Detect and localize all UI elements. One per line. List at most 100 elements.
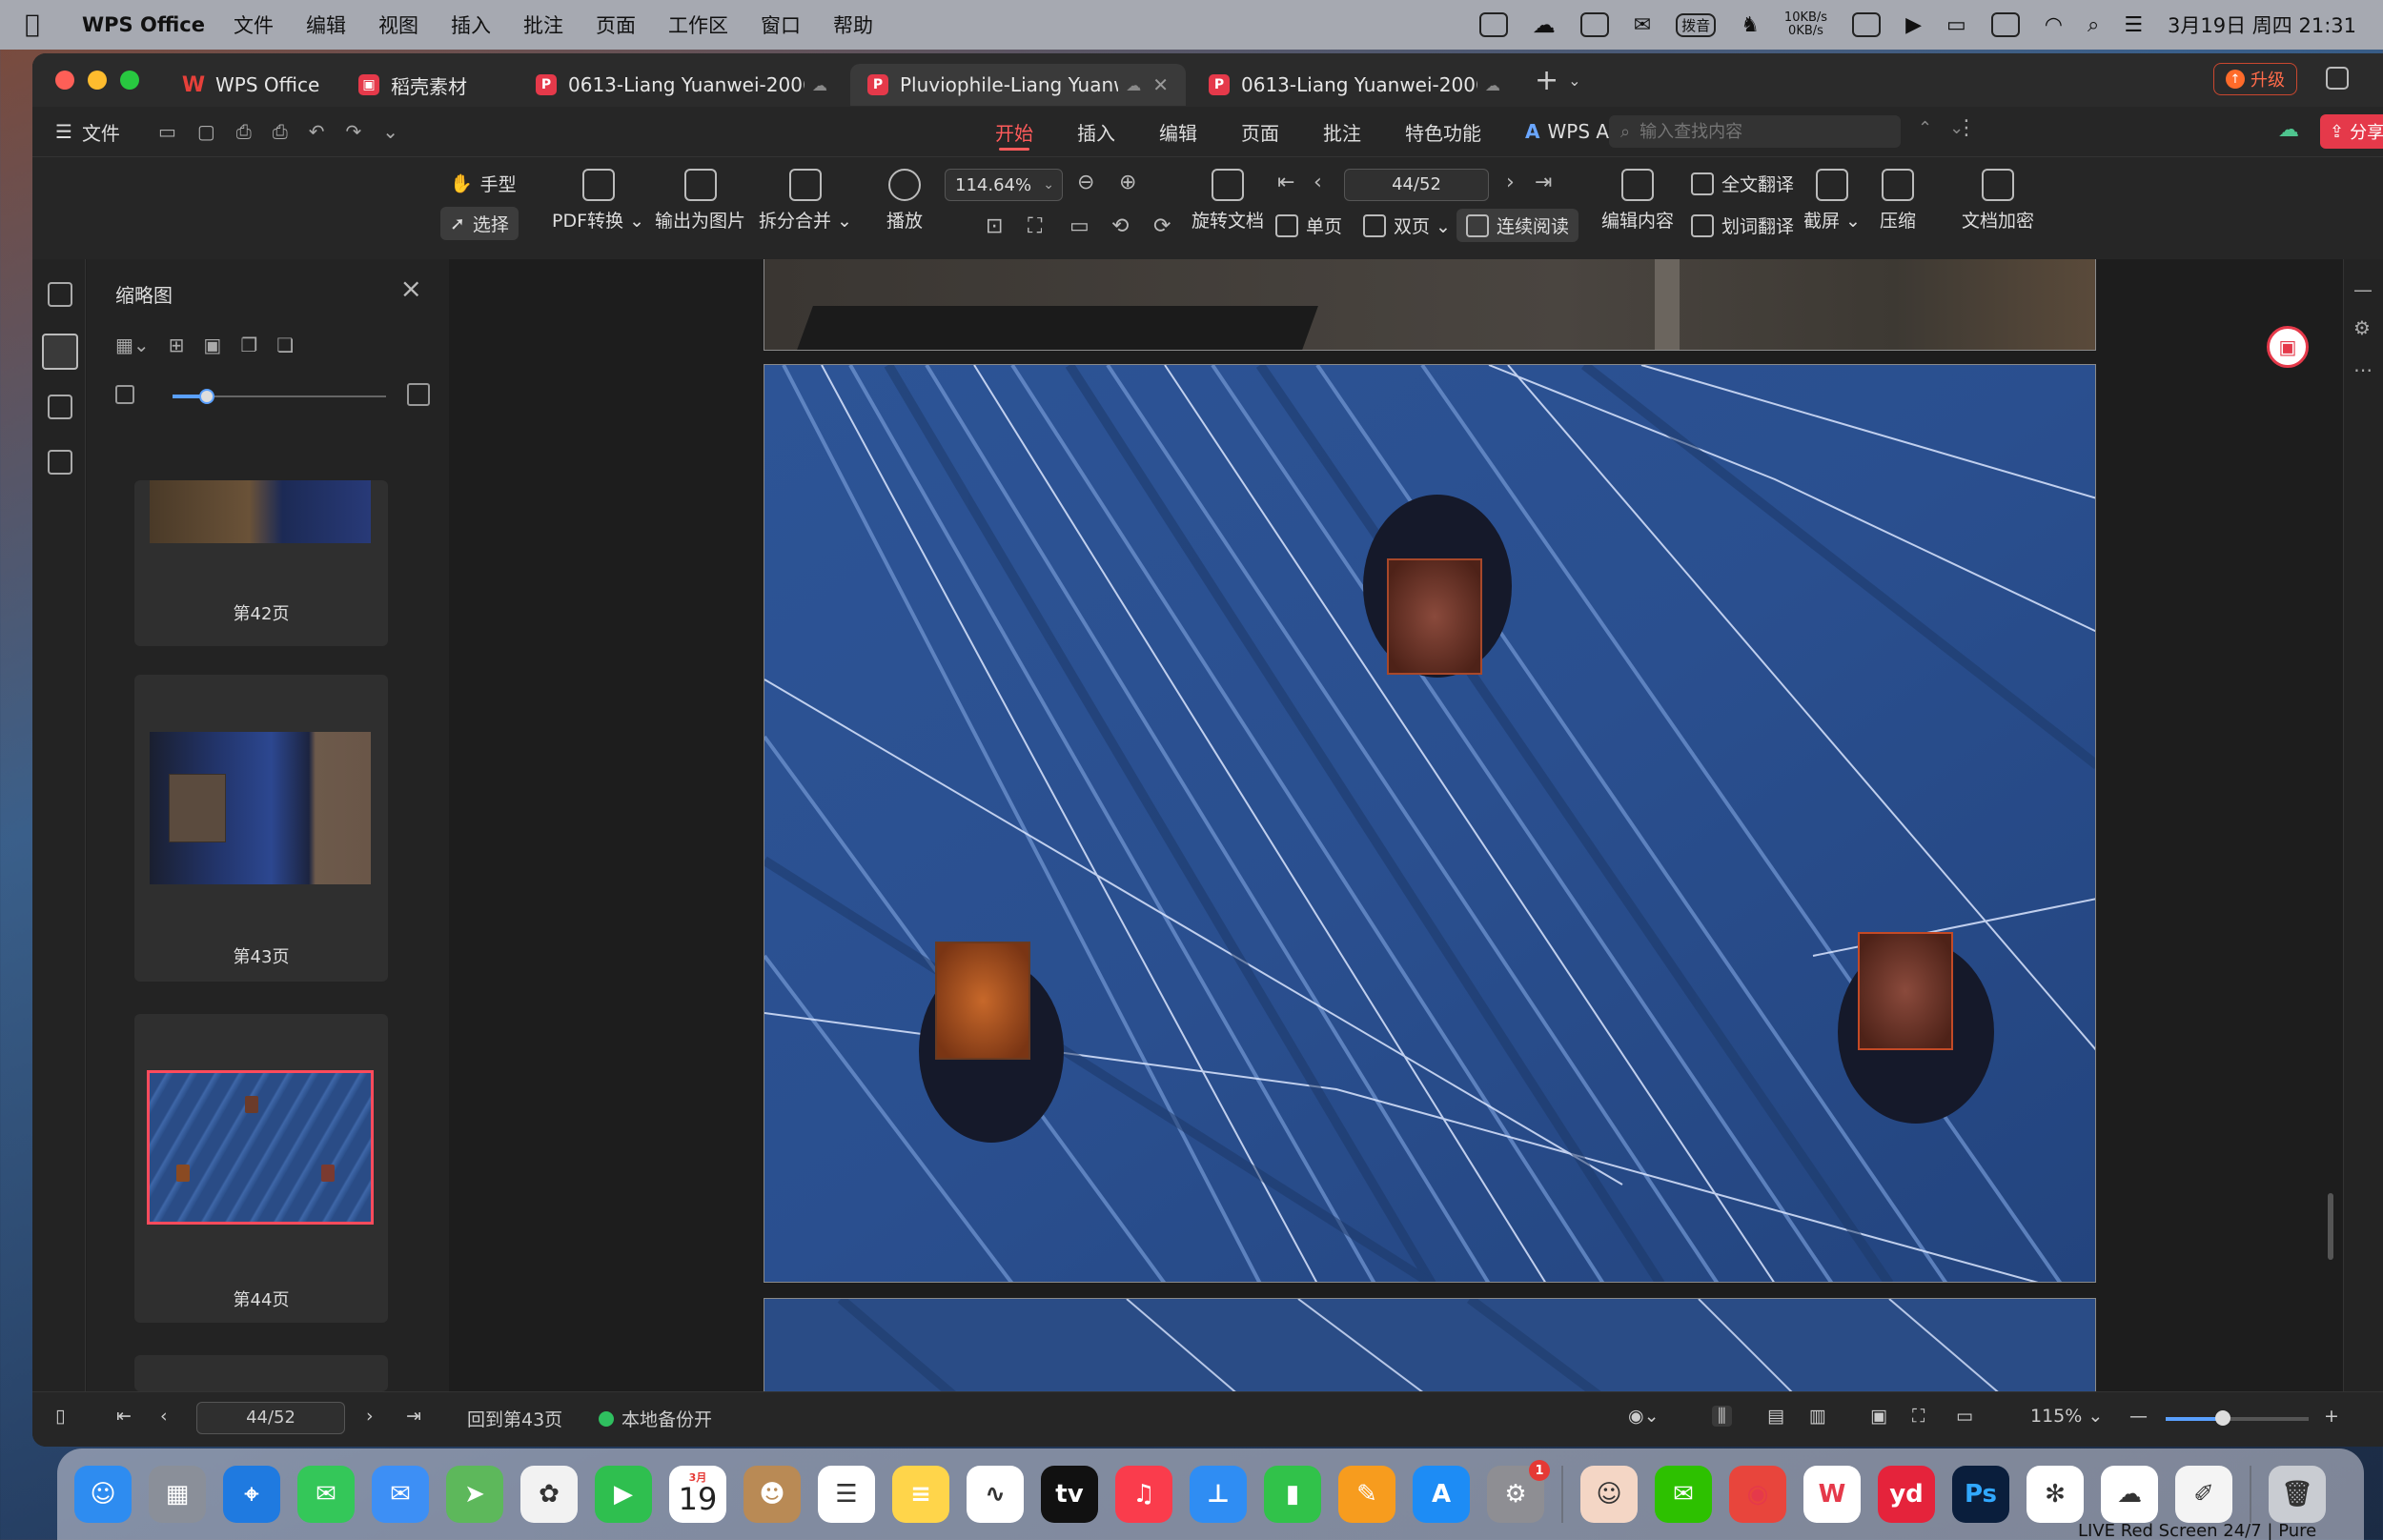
export-image-button[interactable]: 输出为图片 (655, 169, 745, 233)
menu-annotate[interactable]: 批注 (523, 10, 563, 39)
freeform-icon[interactable]: ∿ (967, 1466, 1024, 1523)
cloud-sync-icon[interactable]: ☁ (2278, 118, 2299, 142)
tab-wps-home[interactable]: W WPS Office (166, 64, 336, 106)
previous-page-icon[interactable]: ‹ (160, 1406, 168, 1427)
new-tab-button[interactable]: + (1535, 64, 1558, 97)
mail-icon[interactable]: ✉ (372, 1466, 429, 1523)
thumbnail-size-slider[interactable] (115, 383, 430, 408)
document-scrollbar[interactable] (2318, 259, 2343, 1391)
app-status-icon[interactable] (1990, 12, 2020, 37)
tab-edit[interactable]: 编辑 (1159, 107, 1197, 156)
contacts-icon[interactable]: ☻ (743, 1466, 801, 1523)
close-window-button[interactable] (55, 71, 74, 90)
youdao-status-icon[interactable] (1579, 12, 1609, 37)
attachment-icon[interactable] (48, 450, 72, 475)
eye-icon[interactable]: ◉⌄ (1628, 1406, 1660, 1427)
tab-document-1[interactable]: P 0613-Liang Yuanwei-2006-n ☁ (519, 64, 845, 106)
page-settings-icon[interactable]: ▣ (203, 334, 221, 356)
input-badge[interactable]: 拨音 (1676, 12, 1717, 37)
spotlight-search-icon[interactable]: ⌕ (2088, 13, 2099, 37)
pdf-convert-button[interactable]: PDF转换 ⌄ (552, 169, 644, 233)
thumbnail-page-45[interactable] (134, 1355, 388, 1439)
print-preview-icon[interactable]: ⎙ (236, 120, 252, 143)
fit-width-view-icon[interactable]: ▣ (1870, 1406, 1887, 1427)
wechat-icon[interactable]: ✉ (1655, 1466, 1712, 1523)
bookmark-icon[interactable] (48, 282, 72, 307)
baidu-netdisk-icon[interactable]: ☁ (2101, 1466, 2158, 1523)
tab-insert[interactable]: 插入 (1077, 107, 1115, 156)
thumbnail-page-42[interactable]: 第42页 (134, 480, 388, 646)
menu-help[interactable]: 帮助 (833, 10, 873, 39)
photoshop-icon[interactable]: Ps (1952, 1466, 2009, 1523)
status-zoom-out-icon[interactable]: — (2129, 1406, 2148, 1427)
menu-workspace[interactable]: 工作区 (668, 10, 728, 39)
trash-icon[interactable]: 🗑 (2269, 1466, 2326, 1523)
baidu-cloud-status-icon[interactable]: ☁ (1533, 11, 1556, 38)
reminders-icon[interactable]: ☰ (818, 1466, 875, 1523)
open-folder-icon[interactable]: ▭ (158, 120, 176, 143)
tab-features[interactable]: 特色功能 (1405, 107, 1481, 156)
facetime-icon[interactable]: ▶ (595, 1466, 652, 1523)
next-page-icon[interactable]: › (1506, 171, 1515, 194)
double-page-button[interactable]: 双页 ⌄ (1363, 213, 1451, 238)
close-panel-icon[interactable]: × (400, 273, 422, 304)
fit-page-icon[interactable]: ⛶ (1028, 214, 1042, 238)
wps-icon[interactable]: W (1803, 1466, 1861, 1523)
play-status-icon[interactable]: ▶ (1905, 13, 1922, 37)
redo-icon[interactable]: ↷ (346, 120, 362, 143)
adjust-icon[interactable]: ⚙ (2353, 316, 2371, 339)
screenshot-button[interactable]: 截屏 ⌄ (1803, 169, 1861, 233)
system-settings-icon[interactable]: ⚙ 1 (1487, 1460, 1550, 1523)
tab-list-chevron-icon[interactable]: ⌄ (1568, 71, 1580, 90)
tab-page[interactable]: 页面 (1241, 107, 1279, 156)
battery-icon[interactable]: ▭ (1946, 13, 1966, 37)
music-icon[interactable]: ♫ (1115, 1466, 1172, 1523)
thumbnail-page-44[interactable]: 第44页 (134, 1014, 388, 1323)
wechat-status-icon[interactable]: ✉ (1634, 13, 1651, 37)
apple-tv-icon[interactable]: tv (1041, 1466, 1098, 1523)
document-scroll-thumb[interactable] (2328, 1193, 2333, 1260)
keynote-icon[interactable]: ⊥ (1190, 1466, 1247, 1523)
tab-document-3[interactable]: P 0613-Liang Yuanwei-2006-n ☁ (1192, 64, 1517, 106)
encrypt-button[interactable]: 文档加密 (1962, 169, 2034, 233)
clock[interactable]: 3月19日 周四 21:31 (2168, 10, 2356, 39)
tab-document-active[interactable]: P Pluviophile-Liang Yuanwei ☁ ✕ (850, 64, 1186, 106)
edit-content-button[interactable]: 编辑内容 (1601, 169, 1674, 233)
fit-page-view-icon[interactable]: ⛶ (1912, 1406, 1925, 1427)
zoom-dropdown[interactable]: 114.64% ⌄ (945, 169, 1063, 201)
status-zoom-slider[interactable] (2166, 1410, 2309, 1426)
rotate-document-button[interactable]: 旋转文档 (1192, 169, 1264, 233)
tab-docer[interactable]: ▣ 稻壳素材 (341, 64, 513, 106)
menu-edit[interactable]: 编辑 (306, 10, 346, 39)
thumbnail-page-43[interactable]: 第43页 (134, 675, 388, 982)
compress-button[interactable]: 压缩 (1880, 169, 1916, 233)
wps-ai-button[interactable]: A WPS AI (1525, 120, 1615, 143)
notes-icon[interactable]: ≡ (892, 1466, 949, 1523)
previous-page-icon[interactable]: ‹ (1314, 171, 1322, 194)
wifi-icon[interactable]: ◠ (2045, 13, 2063, 37)
comment-icon[interactable] (48, 395, 72, 419)
zoom-window-button[interactable] (120, 71, 139, 90)
photos-icon[interactable]: ✿ (520, 1466, 578, 1523)
status-zoom-knob[interactable] (2215, 1410, 2230, 1426)
calendar-icon[interactable]: 3月 19 (669, 1466, 726, 1523)
app-store-icon[interactable]: A (1413, 1466, 1470, 1523)
grid-view-icon[interactable]: ▦⌄ (115, 334, 150, 356)
messages-icon[interactable]: ✉ (297, 1466, 355, 1523)
search-prev-icon[interactable]: ⌃ (1918, 118, 1932, 138)
split-merge-button[interactable]: 拆分合并 ⌄ (759, 169, 852, 233)
more-options-icon[interactable]: ⋮ (1956, 116, 1977, 140)
single-page-button[interactable]: 单页 (1275, 213, 1342, 238)
status-zoom-in-icon[interactable]: + (2324, 1406, 2339, 1427)
status-zoom-value[interactable]: 115% ⌄ (2030, 1406, 2103, 1427)
actual-size-view-icon[interactable]: ▭ (1956, 1406, 1973, 1427)
menu-insert[interactable]: 插入 (451, 10, 491, 39)
pinwheel-app-icon[interactable]: ✻ (2027, 1466, 2084, 1523)
save-icon[interactable]: ▢ (197, 120, 215, 143)
zoom-out-icon[interactable]: ⊖ (1077, 171, 1094, 194)
search-input[interactable] (1640, 121, 1869, 142)
avatar-app-icon[interactable]: ☺ (1580, 1466, 1638, 1523)
page-number-input[interactable]: 44/52 (1344, 169, 1489, 201)
rotate-right-icon[interactable]: ⟳ (1153, 214, 1171, 238)
upgrade-button[interactable]: ↑ 升级 (2213, 63, 2297, 95)
